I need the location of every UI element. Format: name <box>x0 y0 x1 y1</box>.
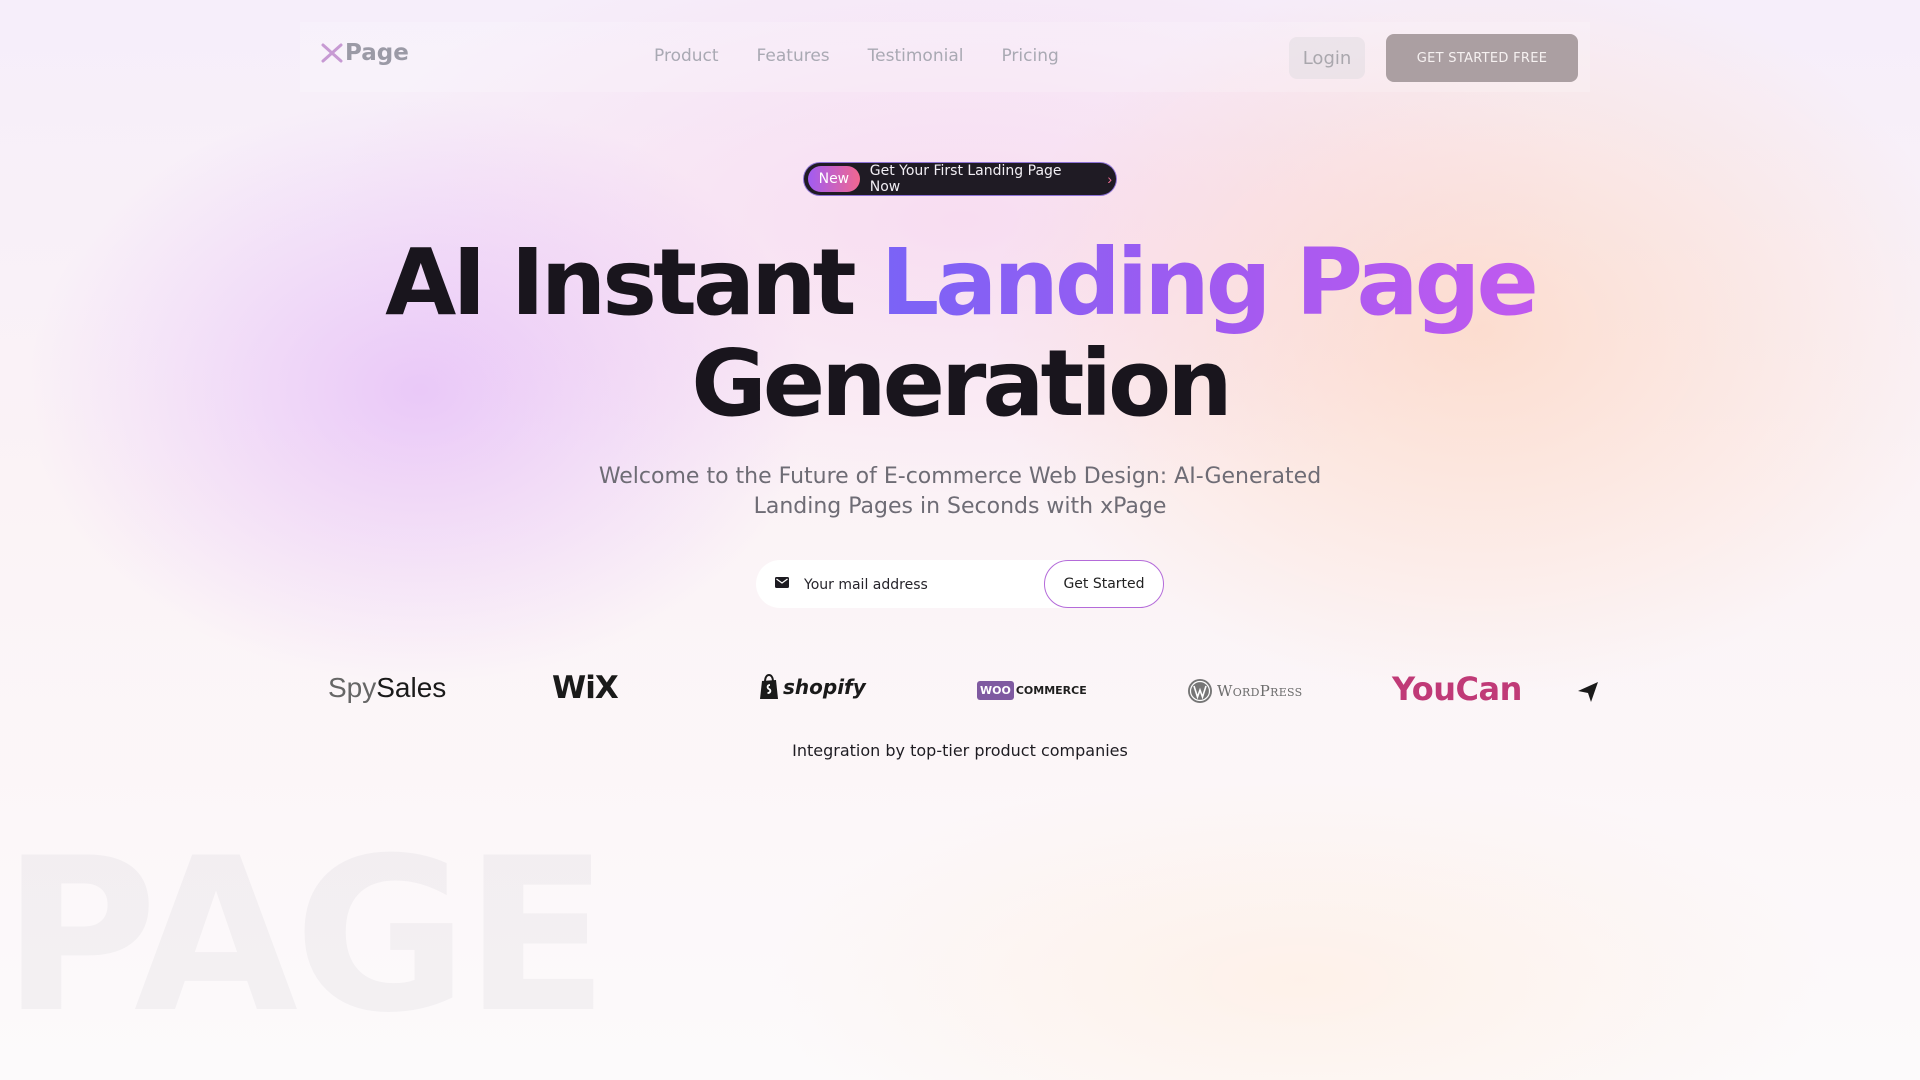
email-input[interactable] <box>802 570 1036 600</box>
nav-link-product[interactable]: Product <box>654 46 719 66</box>
hero-title: AI Instant Landing Page Generation <box>0 232 1920 434</box>
woo-box-text: WOO <box>977 681 1014 700</box>
nav-link-testimonial[interactable]: Testimonial <box>868 46 964 66</box>
nav-link-pricing[interactable]: Pricing <box>1001 46 1058 66</box>
signup-form: Get Started <box>756 560 1164 608</box>
shopify-text: shopify <box>783 675 866 699</box>
get-started-free-button[interactable]: GET STARTED FREE <box>1386 34 1578 82</box>
integration-caption: Integration by top-tier product companie… <box>792 741 1128 760</box>
badge-text: Get Your First Landing Page Now <box>869 163 1062 195</box>
chevron-right-icon: › <box>1107 171 1112 187</box>
nav-link-features[interactable]: Features <box>757 46 830 66</box>
hero-title-highlight: Landing Page <box>880 229 1539 336</box>
new-tag: New <box>808 166 860 192</box>
hero-subtitle: Welcome to the Future of E-commerce Web … <box>598 464 1322 519</box>
watermark-text: PAGE <box>2 830 609 1042</box>
logo[interactable]: Page <box>320 40 409 66</box>
woo-commerce-text: COMMERCE <box>1015 684 1087 697</box>
partner-logo-shopify: shopify <box>758 674 866 700</box>
partner-logo-woocommerce: WOO COMMERCE <box>977 681 1087 700</box>
wordpress-icon <box>1188 679 1212 703</box>
shopify-bag-icon <box>760 674 778 699</box>
hero-title-part2: Generation <box>691 330 1232 437</box>
spysales-bold-text: Sales <box>376 672 447 703</box>
send-arrow-icon <box>1578 682 1598 702</box>
top-navbar: Page Product Features Testimonial Pricin… <box>300 22 1590 92</box>
wordpress-text: WordPress <box>1217 682 1303 700</box>
get-started-button[interactable]: Get Started <box>1044 560 1164 608</box>
mail-icon <box>775 577 789 588</box>
partner-logo-spysales: Spy Sales <box>328 672 446 704</box>
partner-logo-wix: WiX <box>552 670 619 706</box>
logo-text: Page <box>345 40 409 66</box>
spysales-light-text: Spy <box>328 672 377 703</box>
logo-x-icon <box>321 43 343 63</box>
partner-logo-youcan: YouCan <box>1392 670 1522 708</box>
announcement-badge[interactable]: New Get Your First Landing Page Now › <box>804 163 1116 195</box>
partner-logo-wordpress: WordPress <box>1187 678 1303 704</box>
nav-links: Product Features Testimonial Pricing <box>654 46 1097 66</box>
hero-title-part1: AI Instant <box>385 229 881 336</box>
login-button[interactable]: Login <box>1289 37 1365 79</box>
